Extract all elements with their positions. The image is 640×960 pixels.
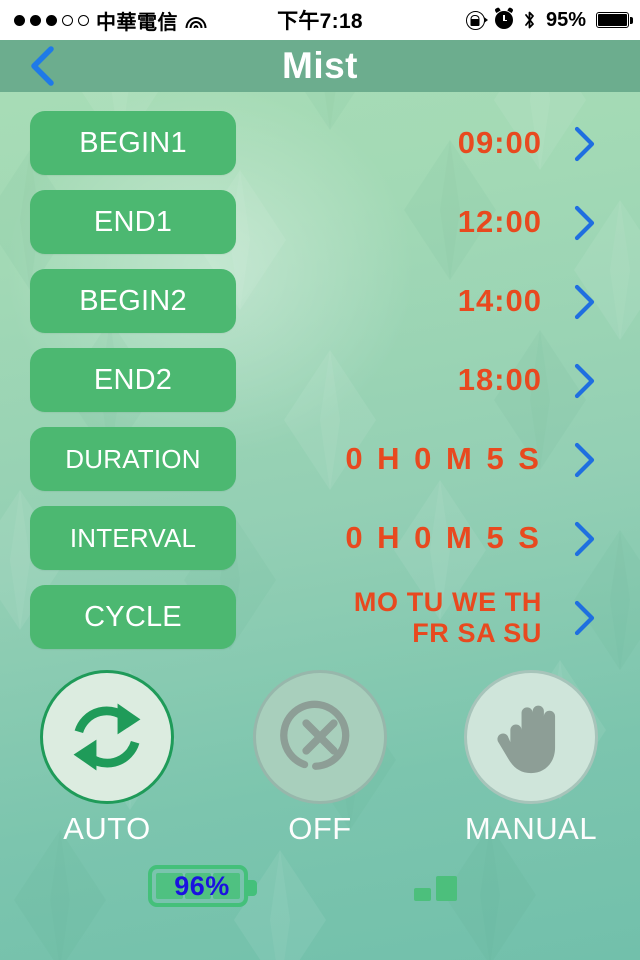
chevron-right-icon[interactable] <box>572 341 598 420</box>
status-bar: 中華電信 下午7:18 95% <box>0 0 640 40</box>
mode-buttons: AUTO OFF MANUAL <box>0 670 640 847</box>
settings-list: BEGIN1 09:00 END1 12:00 BEGIN2 14:00 END… <box>0 104 640 657</box>
mode-circle-off <box>253 670 387 804</box>
setting-row-interval: INTERVAL 0 H 0 M 5 S <box>0 499 640 578</box>
label-button-interval[interactable]: INTERVAL <box>30 506 236 570</box>
chevron-right-icon[interactable] <box>572 104 598 183</box>
setting-row-begin2: BEGIN2 14:00 <box>0 262 640 341</box>
rotation-lock-icon <box>465 10 488 30</box>
setting-row-begin1: BEGIN1 09:00 <box>0 104 640 183</box>
mode-circle-manual <box>464 670 598 804</box>
alarm-clock-icon <box>494 11 513 29</box>
navigation-bar: Mist <box>0 40 640 92</box>
page-title: Mist <box>282 45 358 86</box>
signal-bar <box>414 888 431 901</box>
value-interval[interactable]: 0 H 0 M 5 S <box>345 499 542 578</box>
chevron-right-icon[interactable] <box>572 578 598 657</box>
label-button-end2[interactable]: END2 <box>30 348 236 412</box>
setting-row-cycle: CYCLE MO TU WE TH FR SA SU <box>0 578 640 657</box>
mode-button-off[interactable]: OFF <box>245 670 395 847</box>
setting-row-end2: END2 18:00 <box>0 341 640 420</box>
mode-button-auto[interactable]: AUTO <box>32 670 182 847</box>
label-button-end1[interactable]: END1 <box>30 190 236 254</box>
value-cycle-line2: FR SA SU <box>412 617 542 648</box>
hand-icon <box>497 705 556 774</box>
chevron-right-icon[interactable] <box>572 420 598 499</box>
bluetooth-icon <box>523 10 536 30</box>
mode-label-auto: AUTO <box>63 811 151 846</box>
label-button-begin1[interactable]: BEGIN1 <box>30 111 236 175</box>
chevron-right-icon[interactable] <box>572 262 598 341</box>
sync-arrows-icon <box>73 703 141 771</box>
label-button-duration[interactable]: DURATION <box>30 427 236 491</box>
value-end2[interactable]: 18:00 <box>458 341 542 420</box>
mode-button-manual[interactable]: MANUAL <box>456 670 606 847</box>
signal-bar <box>436 876 457 901</box>
signal-bars-icon <box>414 876 457 901</box>
label-button-begin2[interactable]: BEGIN2 <box>30 269 236 333</box>
chevron-left-icon <box>31 46 54 86</box>
mode-circle-auto <box>40 670 174 804</box>
back-button[interactable] <box>14 40 70 92</box>
mode-label-off: OFF <box>288 811 352 846</box>
value-begin2[interactable]: 14:00 <box>458 262 542 341</box>
battery-full-icon <box>596 12 633 28</box>
setting-row-duration: DURATION 0 H 0 M 5 S <box>0 420 640 499</box>
battery-icon: 96% <box>148 865 257 907</box>
value-duration[interactable]: 0 H 0 M 5 S <box>345 420 542 499</box>
value-cycle-line1: MO TU WE TH <box>353 587 542 618</box>
chevron-right-icon[interactable] <box>572 499 598 578</box>
mode-label-manual: MANUAL <box>464 811 598 846</box>
setting-row-end1: END1 12:00 <box>0 183 640 262</box>
power-off-x-icon <box>280 700 350 770</box>
device-status-footer: 96% <box>0 860 640 930</box>
chevron-right-icon[interactable] <box>572 183 598 262</box>
value-begin1[interactable]: 09:00 <box>458 104 542 183</box>
value-cycle[interactable]: MO TU WE TH FR SA SU <box>354 578 542 657</box>
device-battery-percent: 96% <box>174 870 230 901</box>
status-bar-right: 95% <box>465 0 633 40</box>
value-end1[interactable]: 12:00 <box>458 183 542 262</box>
label-button-cycle[interactable]: CYCLE <box>30 585 236 649</box>
battery-percent-label: 95% <box>545 8 586 31</box>
app-screen: 中華電信 下午7:18 95% Mist BEGIN1 09:00 END1 1… <box>0 0 640 960</box>
